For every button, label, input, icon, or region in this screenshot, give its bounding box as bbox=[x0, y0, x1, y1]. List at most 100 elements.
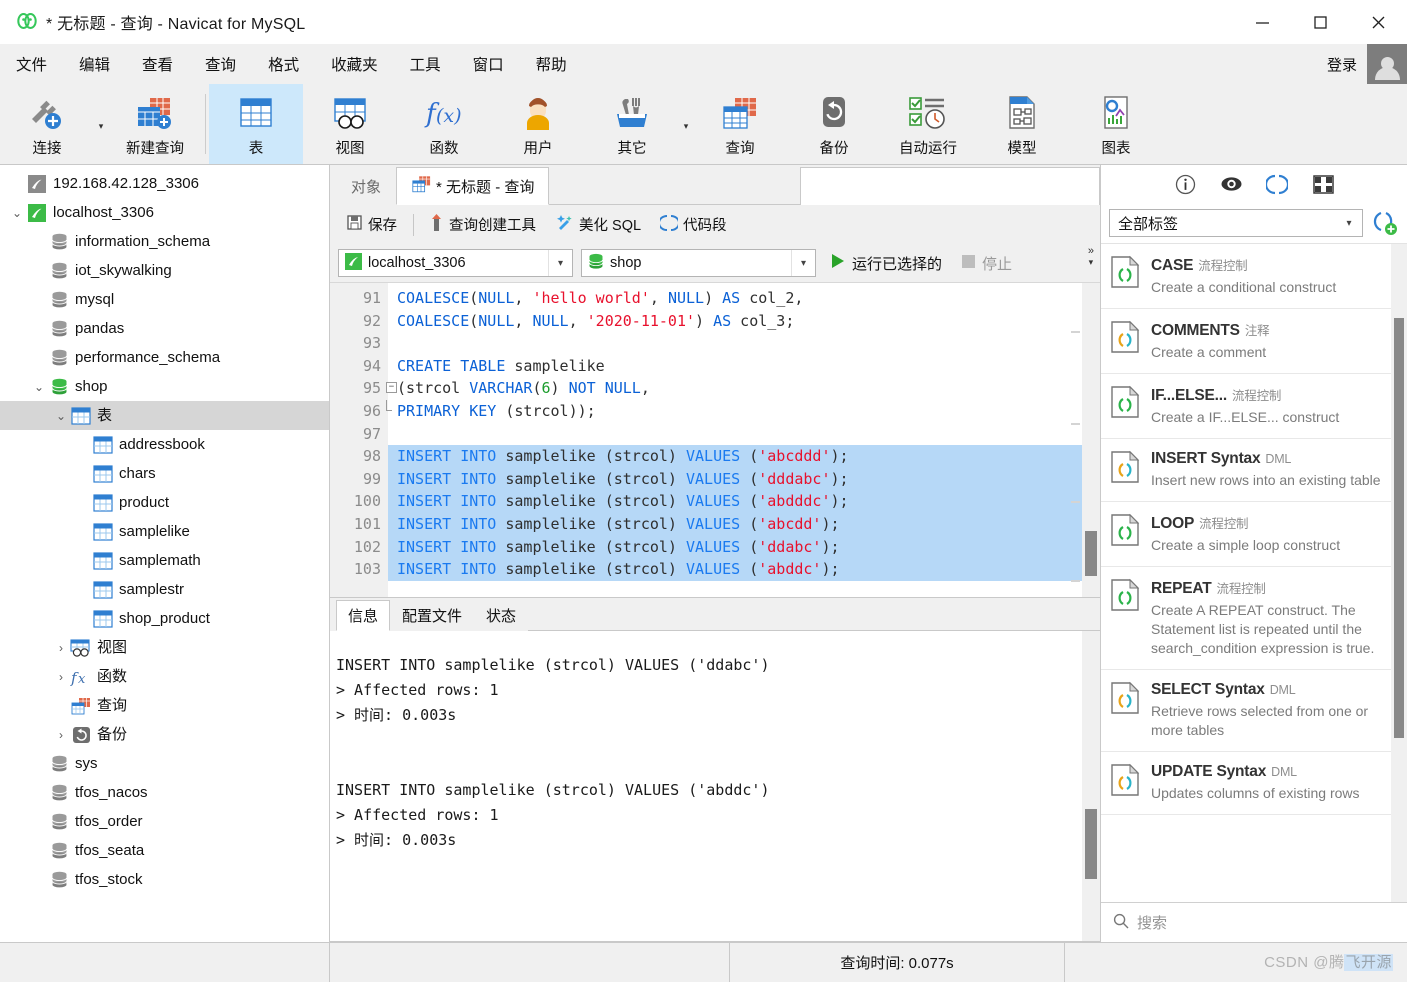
snippet-item[interactable]: IF...ELSE... 流程控制 Create a IF...ELSE... co… bbox=[1101, 374, 1407, 439]
snippet-item[interactable]: REPEAT 流程控制 Create A REPEAT construct. The… bbox=[1101, 567, 1407, 670]
avatar[interactable] bbox=[1367, 44, 1407, 84]
tree-item-sys[interactable]: sys bbox=[0, 749, 329, 778]
sql-editor[interactable]: 91 92 93 94 95−96 97 98 99 100 101 102 103 COALESCE… bbox=[330, 282, 1100, 597]
ribbon-automation[interactable]: 自动运行 bbox=[881, 84, 975, 164]
snippet-scrollbar[interactable] bbox=[1391, 244, 1407, 902]
ribbon-user[interactable]: 用户 bbox=[491, 84, 585, 164]
results-tab-1[interactable]: 配置文件 bbox=[390, 600, 474, 631]
save-button[interactable]: 保存 bbox=[338, 210, 405, 239]
snippet-scrollbar-thumb[interactable] bbox=[1394, 318, 1404, 738]
tree-item--[interactable]: ⌄ 表 bbox=[0, 401, 329, 430]
menu-query[interactable]: 查询 bbox=[189, 49, 252, 79]
chevron-right-icon[interactable]: › bbox=[52, 728, 70, 742]
tree-item-tfos_seata[interactable]: tfos_seata bbox=[0, 836, 329, 865]
tree-item-192-168-42-128_3306[interactable]: 192.168.42.128_3306 bbox=[0, 169, 329, 198]
code-line[interactable]: INSERT INTO samplelike (strcol) VALUES (… bbox=[388, 490, 1100, 513]
query-builder-button[interactable]: 查询创建工具 bbox=[422, 210, 544, 240]
menu-view[interactable]: 查看 bbox=[126, 49, 189, 79]
ribbon-others[interactable]: 其它 bbox=[585, 84, 679, 164]
tree-item-samplelike[interactable]: samplelike bbox=[0, 517, 329, 546]
ribbon-query[interactable]: 查询 bbox=[693, 84, 787, 164]
login-link[interactable]: 登录 bbox=[1327, 54, 1357, 75]
menu-tools[interactable]: 工具 bbox=[394, 49, 457, 79]
editor-code[interactable]: COALESCE(NULL, 'hello world', NULL) AS c… bbox=[388, 283, 1100, 597]
tree-item-pandas[interactable]: pandas bbox=[0, 314, 329, 343]
chevron-right-icon[interactable]: › bbox=[52, 641, 70, 655]
object-tree[interactable]: 192.168.42.128_3306 ⌄ localhost_3306 inform… bbox=[0, 165, 330, 942]
code-line[interactable]: INSERT INTO samplelike (strcol) VALUES (… bbox=[388, 445, 1100, 468]
run-selected-button[interactable]: 运行已选择的 bbox=[824, 250, 948, 277]
results-tab-0[interactable]: 信息 bbox=[336, 600, 391, 631]
add-snippet-button[interactable] bbox=[1371, 209, 1399, 237]
snippet-search-row[interactable]: 搜索 bbox=[1101, 902, 1407, 942]
tree-item-tfos_order[interactable]: tfos_order bbox=[0, 807, 329, 836]
tree-item-shop_product[interactable]: shop_product bbox=[0, 604, 329, 633]
menu-favorites[interactable]: 收藏夹 bbox=[315, 49, 394, 79]
tree-item-tfos_nacos[interactable]: tfos_nacos bbox=[0, 778, 329, 807]
ribbon-chart[interactable]: 图表 bbox=[1069, 84, 1163, 164]
results-output[interactable]: INSERT INTO samplelike (strcol) VALUES (… bbox=[330, 631, 1100, 942]
tree-item--[interactable]: › f x 函数 bbox=[0, 662, 329, 691]
chevron-down-icon[interactable]: ▾ bbox=[548, 250, 572, 276]
tree-item-tfos_stock[interactable]: tfos_stock bbox=[0, 865, 329, 894]
tree-item-chars[interactable]: chars bbox=[0, 459, 329, 488]
snippet-item[interactable]: INSERT Syntax DML Insert new rows into an … bbox=[1101, 439, 1407, 502]
chevron-right-icon[interactable]: › bbox=[52, 670, 70, 684]
code-line[interactable]: CREATE TABLE samplelike bbox=[388, 355, 1100, 378]
tab-query[interactable]: * 无标题 - 查询 bbox=[396, 167, 550, 205]
tree-item--[interactable]: 查询 bbox=[0, 691, 329, 720]
snippet-icon[interactable] bbox=[1265, 172, 1289, 196]
code-line[interactable]: PRIMARY KEY (strcol)); bbox=[388, 400, 1100, 423]
ribbon-connection[interactable]: 连接 bbox=[0, 84, 94, 164]
tree-item-shop[interactable]: ⌄ shop bbox=[0, 372, 329, 401]
tree-item--[interactable]: › 备份 bbox=[0, 720, 329, 749]
chevron-down-icon[interactable]: ▾ bbox=[791, 250, 815, 276]
chevron-down-icon[interactable]: ▾ bbox=[1336, 218, 1362, 229]
tree-item-samplestr[interactable]: samplestr bbox=[0, 575, 329, 604]
chevron-down-icon[interactable]: ⌄ bbox=[52, 409, 70, 423]
others-dropdown-caret-icon[interactable]: ▾ bbox=[679, 84, 693, 164]
tree-item-performance_schema[interactable]: performance_schema bbox=[0, 343, 329, 372]
editor-scrollbar-thumb[interactable] bbox=[1085, 531, 1097, 576]
code-line[interactable] bbox=[388, 332, 1100, 355]
chevron-down-icon[interactable]: ⌄ bbox=[8, 206, 26, 220]
tree-item--[interactable]: › 视图 bbox=[0, 633, 329, 662]
connection-select[interactable]: localhost_3306 ▾ bbox=[338, 249, 573, 277]
database-select[interactable]: shop ▾ bbox=[581, 249, 816, 277]
ribbon-function[interactable]: f (x) 函数 bbox=[397, 84, 491, 164]
snippet-item[interactable]: UPDATE Syntax DML Updates columns of exist… bbox=[1101, 752, 1407, 815]
tree-item-information_schema[interactable]: information_schema bbox=[0, 227, 329, 256]
snippet-item[interactable]: LOOP 流程控制 Create a simple loop construct bbox=[1101, 502, 1407, 567]
menu-edit[interactable]: 编辑 bbox=[63, 49, 126, 79]
ribbon-backup[interactable]: 备份 bbox=[787, 84, 881, 164]
snippet-button[interactable]: 代码段 bbox=[652, 210, 735, 240]
snippet-search-input[interactable]: 搜索 bbox=[1137, 912, 1167, 933]
menu-help[interactable]: 帮助 bbox=[520, 49, 583, 79]
close-button[interactable] bbox=[1349, 0, 1407, 44]
code-line[interactable]: INSERT INTO samplelike (strcol) VALUES (… bbox=[388, 512, 1100, 536]
tree-item-localhost_3306[interactable]: ⌄ localhost_3306 bbox=[0, 198, 329, 227]
code-line[interactable]: INSERT INTO samplelike (strcol) VALUES (… bbox=[388, 467, 1100, 491]
eye-icon[interactable] bbox=[1219, 172, 1243, 196]
info-icon[interactable] bbox=[1173, 172, 1197, 196]
code-line[interactable]: INSERT INTO samplelike (strcol) VALUES (… bbox=[388, 558, 1100, 581]
ribbon-new-query[interactable]: 新建查询 bbox=[108, 84, 202, 164]
table-grid-icon[interactable] bbox=[1311, 172, 1335, 196]
snippet-list[interactable]: CASE 流程控制 Create a conditional construct CO… bbox=[1101, 243, 1407, 902]
code-line[interactable]: (strcol VARCHAR(6) NOT NULL, bbox=[388, 377, 1100, 400]
code-line[interactable]: COALESCE(NULL, NULL, '2020-11-01') AS co… bbox=[388, 310, 1100, 333]
tree-item-iot_skywalking[interactable]: iot_skywalking bbox=[0, 256, 329, 285]
snippet-item[interactable]: SELECT Syntax DML Retrieve rows selected f… bbox=[1101, 670, 1407, 752]
ribbon-model[interactable]: 模型 bbox=[975, 84, 1069, 164]
tree-item-samplemath[interactable]: samplemath bbox=[0, 546, 329, 575]
results-scrollbar[interactable] bbox=[1082, 631, 1100, 941]
results-tab-2[interactable]: 状态 bbox=[474, 600, 528, 631]
code-line[interactable]: INSERT INTO samplelike (strcol) VALUES (… bbox=[388, 535, 1100, 559]
tab-object[interactable]: 对象 bbox=[336, 167, 396, 205]
chevron-down-icon[interactable]: ⌄ bbox=[30, 380, 48, 394]
connection-dropdown-caret-icon[interactable]: ▾ bbox=[94, 84, 108, 164]
menu-window[interactable]: 窗口 bbox=[457, 49, 520, 79]
code-line[interactable] bbox=[388, 423, 1100, 446]
ribbon-table[interactable]: 表 bbox=[209, 84, 303, 164]
toolbar-overflow-button[interactable]: » ▾ bbox=[1088, 246, 1094, 268]
